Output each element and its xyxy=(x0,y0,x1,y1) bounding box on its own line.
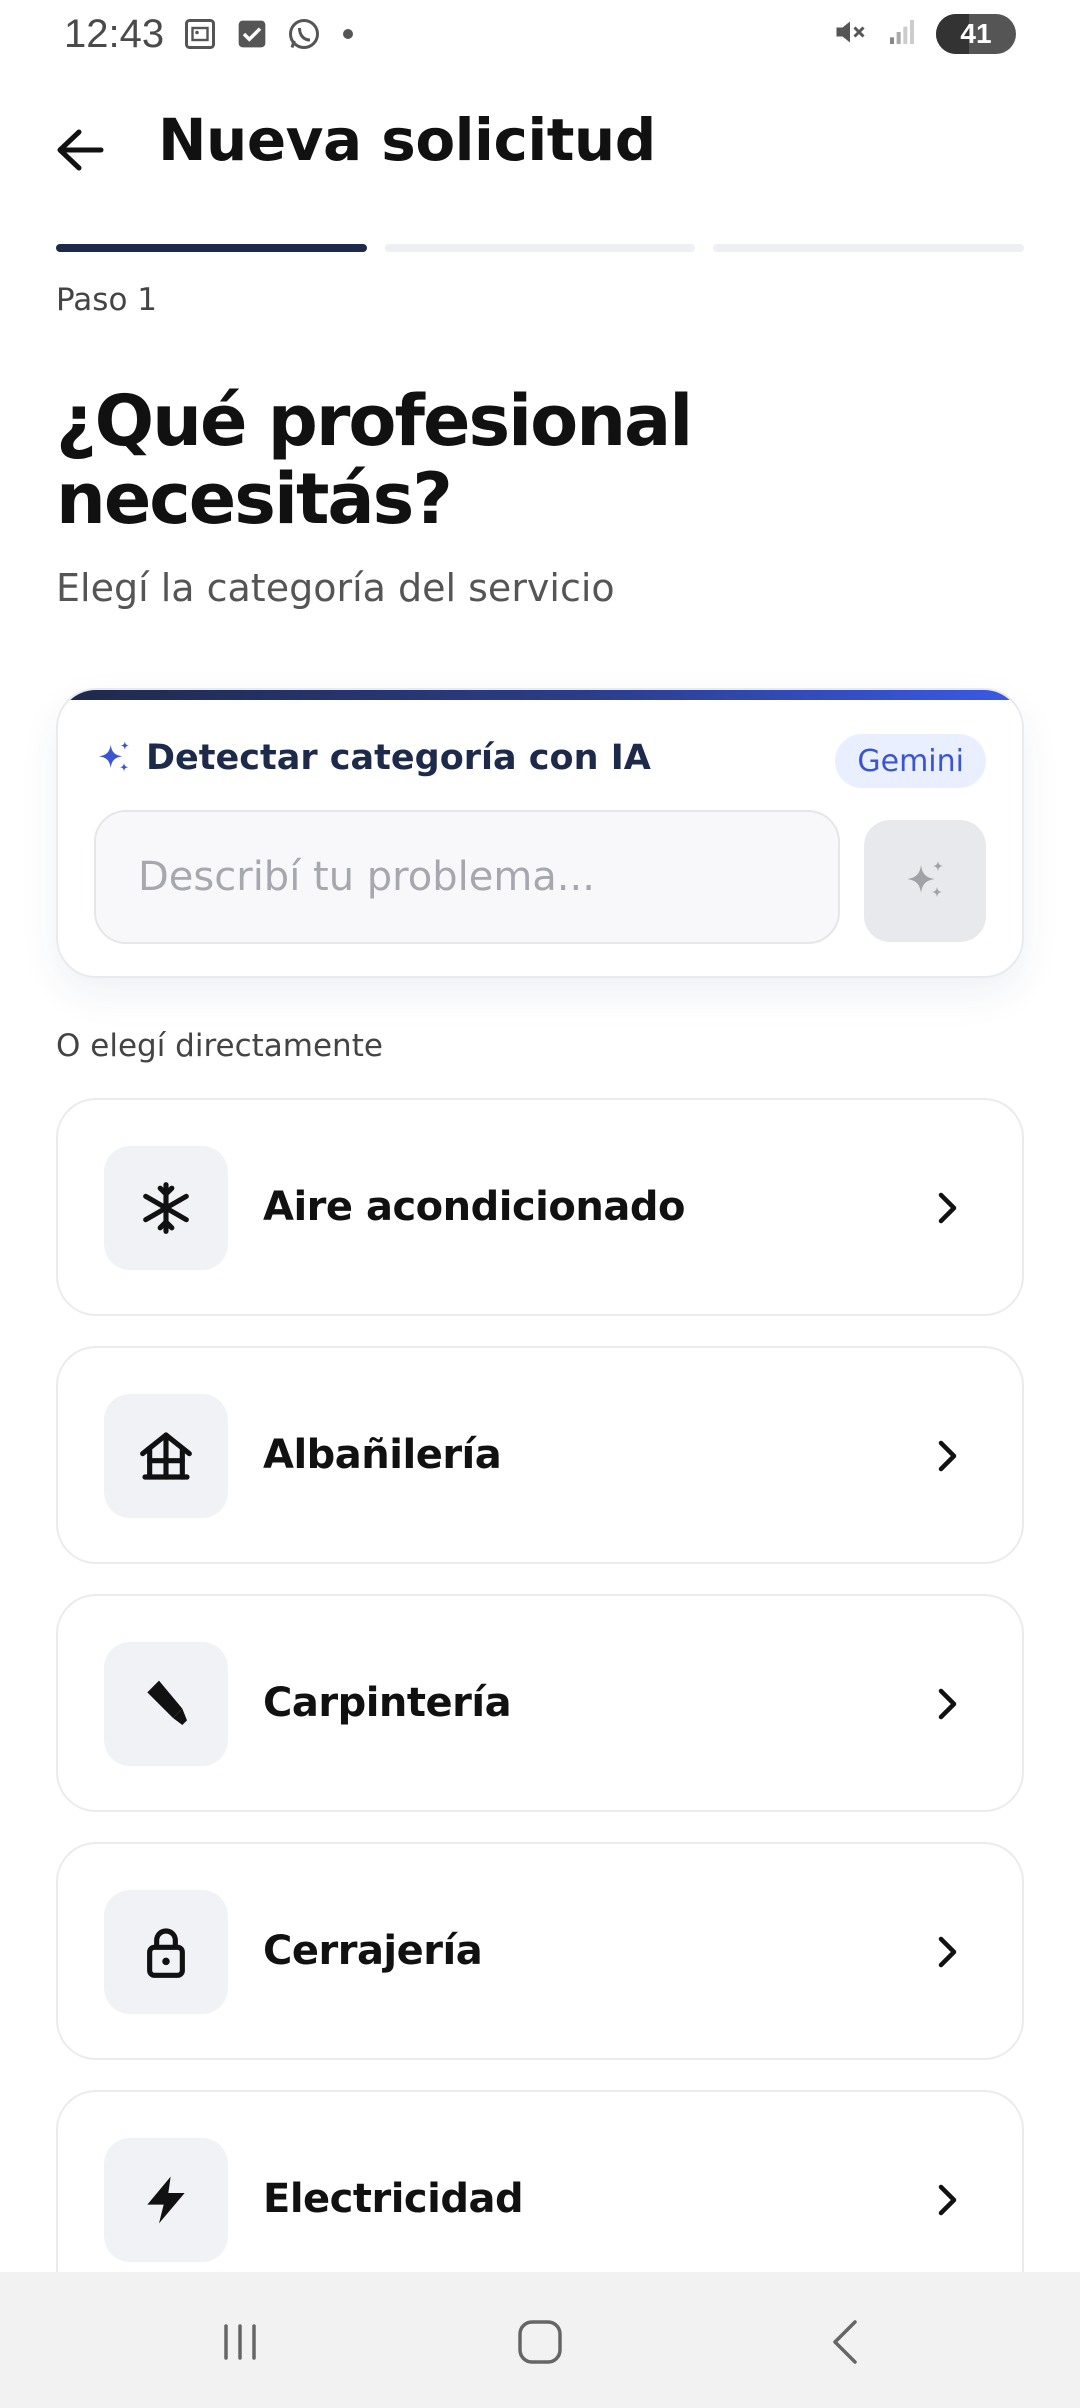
mute-icon xyxy=(832,14,868,54)
step-progress xyxy=(56,244,1025,252)
step-segment-1 xyxy=(56,244,367,252)
lightning-icon xyxy=(147,2176,185,2224)
chevron-right-icon xyxy=(930,1932,966,1972)
category-label: Cerrajería xyxy=(263,1928,483,1974)
subtitle: Elegí la categoría del servicio xyxy=(56,566,615,610)
sparkles-icon xyxy=(907,861,943,897)
category-icon-box xyxy=(104,1890,228,2014)
ai-title-row: Detectar categoría con IA xyxy=(94,738,651,778)
snowflake-icon xyxy=(143,1182,189,1234)
category-item-carpinteria[interactable]: Carpintería xyxy=(56,1594,1024,1812)
main-title: ¿Qué profesional necesitás? xyxy=(56,380,693,540)
app-header: Nueva solicitud xyxy=(0,96,1080,196)
problem-input[interactable] xyxy=(94,810,840,944)
category-label: Carpintería xyxy=(263,1680,512,1726)
category-label: Aire acondicionado xyxy=(263,1184,685,1230)
back-nav-button[interactable] xyxy=(805,2302,885,2382)
chevron-right-icon xyxy=(930,1188,966,1228)
chevron-right-icon xyxy=(930,1436,966,1476)
page-title: Nueva solicitud xyxy=(158,106,656,174)
system-icons: 41 xyxy=(832,14,1016,54)
category-item-cerrajeria[interactable]: Cerrajería xyxy=(56,1842,1024,2060)
step-segment-2 xyxy=(384,244,696,252)
ai-card-accent-bar xyxy=(58,690,1022,700)
check-square-icon xyxy=(236,18,268,54)
back-button[interactable] xyxy=(48,118,112,182)
ai-detect-card: Detectar categoría con IA Gemini xyxy=(56,688,1024,978)
gallery-icon xyxy=(182,16,218,56)
step-segment-3 xyxy=(713,244,1025,252)
whatsapp-icon xyxy=(286,16,322,56)
ai-card-title: Detectar categoría con IA xyxy=(146,738,651,778)
ai-detect-button[interactable] xyxy=(864,820,986,942)
dot-icon xyxy=(340,26,356,46)
notification-icons xyxy=(182,16,356,56)
signal-icon xyxy=(886,16,918,52)
battery-level: 41 xyxy=(960,18,992,49)
chevron-right-icon xyxy=(930,2180,966,2220)
recent-apps-icon xyxy=(224,2324,256,2360)
gemini-badge: Gemini xyxy=(835,734,986,788)
house-frame-icon xyxy=(140,1432,192,1480)
status-bar: 12:43 41 xyxy=(0,0,1080,72)
recent-apps-button[interactable] xyxy=(200,2302,280,2382)
category-icon-box xyxy=(104,1146,228,1270)
saw-icon xyxy=(147,1680,187,1725)
category-icon-box xyxy=(104,1394,228,1518)
chevron-right-icon xyxy=(930,1684,966,1724)
category-icon-box xyxy=(104,1642,228,1766)
category-icon-box xyxy=(104,2138,228,2262)
back-nav-icon xyxy=(833,2320,857,2364)
sparkles-icon xyxy=(99,741,129,772)
battery-icon: 41 xyxy=(936,14,1016,54)
home-icon xyxy=(518,2320,562,2364)
category-item-albanileria[interactable]: Albañilería xyxy=(56,1346,1024,1564)
category-label: Albañilería xyxy=(263,1432,502,1478)
arrow-left-icon xyxy=(57,129,104,171)
system-nav-bar xyxy=(0,2272,1080,2408)
category-item-aire-acondicionado[interactable]: Aire acondicionado xyxy=(56,1098,1024,1316)
status-time: 12:43 xyxy=(64,12,165,56)
step-label: Paso 1 xyxy=(56,282,157,318)
home-button[interactable] xyxy=(500,2302,580,2382)
section-label: O elegí directamente xyxy=(56,1028,383,1064)
lock-icon xyxy=(147,1928,185,1978)
